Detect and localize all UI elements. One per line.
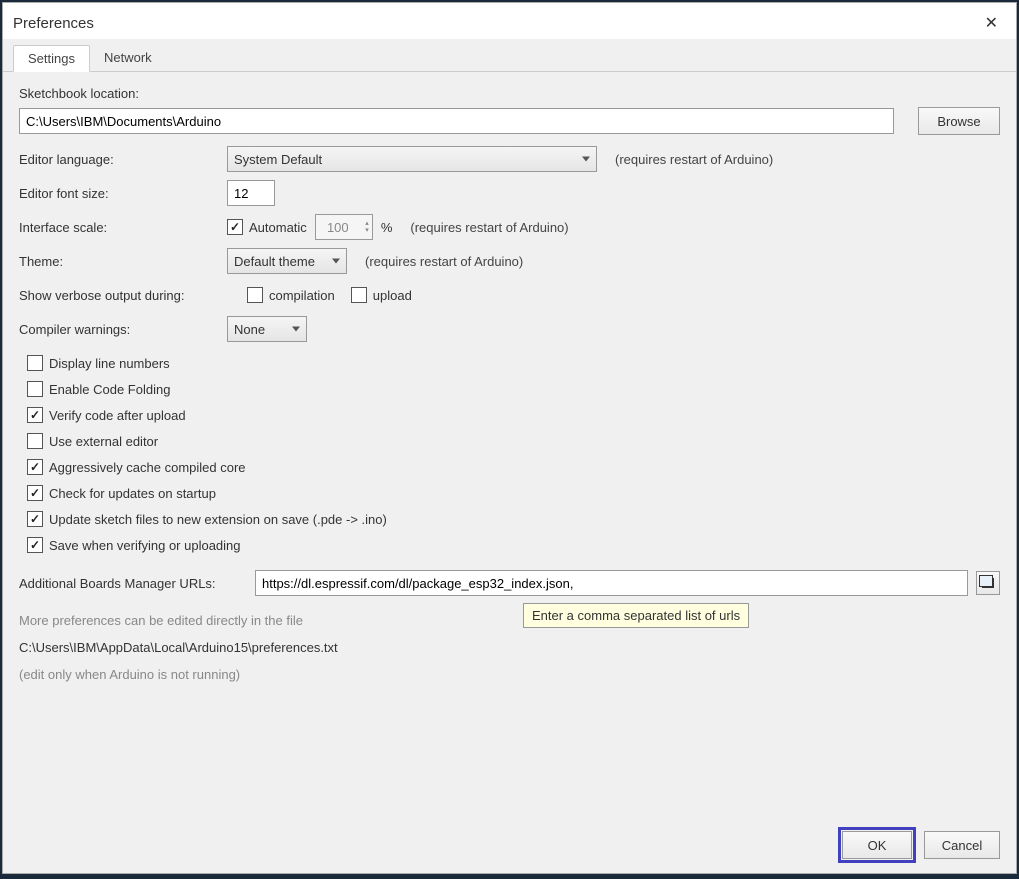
update-ext-checkbox[interactable]: Update sketch files to new extension on … [27,511,1000,527]
checkbox-icon [27,459,43,475]
more-prefs-text: More preferences can be edited directly … [19,613,1000,628]
settings-panel: Sketchbook location: Browse Editor langu… [3,72,1016,873]
checkbox-icon [27,355,43,371]
interface-scale-label: Interface scale: [19,220,219,235]
theme-hint: (requires restart of Arduino) [365,254,523,269]
edit-note: (edit only when Arduino is not running) [19,667,1000,682]
boards-url-label: Additional Boards Manager URLs: [19,576,247,591]
line-numbers-checkbox[interactable]: Display line numbers [27,355,1000,371]
sketchbook-input[interactable] [19,108,894,134]
scale-spinner[interactable]: 100 [315,214,373,240]
checkbox-icon [27,407,43,423]
language-hint: (requires restart of Arduino) [615,152,773,167]
font-size-input[interactable] [227,180,275,206]
check-updates-checkbox[interactable]: Check for updates on startup [27,485,1000,501]
checkbox-icon [27,485,43,501]
font-size-label: Editor font size: [19,186,219,201]
upload-checkbox[interactable]: upload [351,287,412,303]
tab-settings[interactable]: Settings [13,45,90,72]
window-title: Preferences [13,15,94,32]
checkbox-icon [27,433,43,449]
tab-network[interactable]: Network [90,45,166,71]
boards-url-tooltip: Enter a comma separated list of urls [523,603,749,628]
save-verify-checkbox[interactable]: Save when verifying or uploading [27,537,1000,553]
tabs: Settings Network [3,39,1016,72]
editor-language-label: Editor language: [19,152,219,167]
sketchbook-label: Sketchbook location: [19,86,1000,101]
checkbox-icon [27,511,43,527]
boards-url-input[interactable] [255,570,968,596]
close-icon[interactable]: ✕ [977,9,1006,37]
prefs-file-path[interactable]: C:\Users\IBM\AppData\Local\Arduino15\pre… [19,640,1000,655]
theme-select[interactable]: Default theme [227,248,347,274]
external-editor-checkbox[interactable]: Use external editor [27,433,1000,449]
titlebar: Preferences ✕ [3,3,1016,39]
preferences-dialog: Preferences ✕ Settings Network Sketchboo… [2,2,1017,874]
compiler-warnings-select[interactable]: None [227,316,307,342]
theme-label: Theme: [19,254,219,269]
checkbox-icon [247,287,263,303]
window-icon [982,578,994,588]
checkbox-icon [351,287,367,303]
ok-button[interactable]: OK [842,831,912,859]
compiler-warnings-label: Compiler warnings: [19,322,219,337]
checkbox-icon [27,537,43,553]
compilation-checkbox[interactable]: compilation [247,287,335,303]
verify-upload-checkbox[interactable]: Verify code after upload [27,407,1000,423]
editor-language-select[interactable]: System Default [227,146,597,172]
automatic-checkbox[interactable]: Automatic [227,219,307,235]
browse-button[interactable]: Browse [918,107,1000,135]
verbose-label: Show verbose output during: [19,288,239,303]
checkbox-icon [27,381,43,397]
checkbox-icon [227,219,243,235]
code-folding-checkbox[interactable]: Enable Code Folding [27,381,1000,397]
open-urls-dialog-button[interactable] [976,571,1000,595]
cache-core-checkbox[interactable]: Aggressively cache compiled core [27,459,1000,475]
scale-hint: (requires restart of Arduino) [410,220,568,235]
cancel-button[interactable]: Cancel [924,831,1000,859]
